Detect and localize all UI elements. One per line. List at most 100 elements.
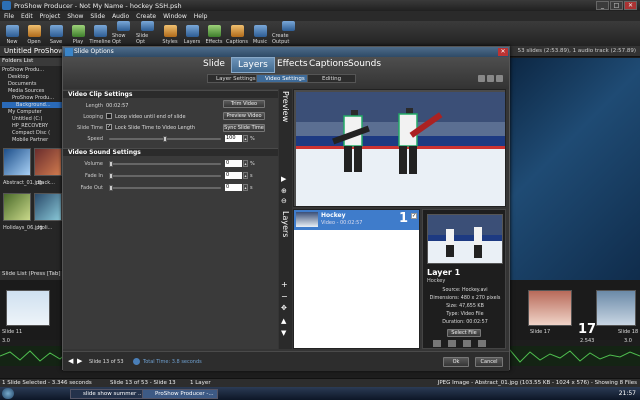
create-output-button[interactable]: Create Output xyxy=(272,21,304,46)
slide-preview[interactable] xyxy=(293,89,506,207)
file-thumb[interactable] xyxy=(3,148,31,176)
trim-video-button[interactable]: Trim Video xyxy=(223,100,265,108)
menu-audio[interactable]: Audio xyxy=(112,13,129,20)
tree-item[interactable]: Media Sources xyxy=(2,88,64,94)
select-file-button[interactable]: Select File xyxy=(447,329,481,337)
fade-out-slider-handle[interactable] xyxy=(109,185,113,191)
tab-layers[interactable]: Layers xyxy=(231,57,275,73)
copy-icon[interactable] xyxy=(463,340,471,347)
speed-slider-handle[interactable] xyxy=(163,136,167,142)
fade-in-slider-handle[interactable] xyxy=(109,173,113,179)
tree-item[interactable]: ProShow Produ... xyxy=(2,95,64,101)
next-slide-arrow-icon[interactable]: ▶ xyxy=(77,357,82,365)
slide-thumb[interactable] xyxy=(6,290,50,326)
preview-side-tab[interactable]: Preview xyxy=(281,91,290,122)
tree-item[interactable]: Mobile Partner xyxy=(2,137,64,143)
remove-layer-icon[interactable]: − xyxy=(281,292,288,301)
fade-in-input[interactable]: 0 xyxy=(225,172,242,179)
zoom-out-icon[interactable]: ⊖ xyxy=(281,197,287,205)
menu-project[interactable]: Project xyxy=(40,13,61,20)
lock-slide-time-checkbox[interactable]: ✓ xyxy=(106,124,112,130)
tree-item[interactable]: HP_RECOVERY xyxy=(2,123,64,129)
tree-item[interactable]: Desktop xyxy=(2,74,64,80)
preview-video-button[interactable]: Preview Video xyxy=(223,112,265,120)
new-button[interactable]: New xyxy=(2,21,22,46)
slide-options-button[interactable]: Slide Opt xyxy=(136,21,158,46)
menu-help[interactable]: Help xyxy=(194,13,208,20)
tree-item[interactable]: My Computer xyxy=(2,109,64,115)
next-slide-icon[interactable] xyxy=(496,75,503,82)
menu-show[interactable]: Show xyxy=(67,13,83,20)
tab-sounds[interactable]: Sounds xyxy=(342,57,387,73)
fade-out-slider-track[interactable] xyxy=(109,187,221,189)
fade-out-spinner[interactable]: ▴ xyxy=(243,184,248,191)
app-icon xyxy=(2,1,11,10)
prev-slide-icon[interactable] xyxy=(478,75,485,82)
layers-side-tab[interactable]: Layers xyxy=(281,211,290,237)
tree-item[interactable]: Documents xyxy=(2,81,64,87)
tree-item-selected[interactable]: Background... xyxy=(2,102,64,108)
sync-slide-time-button[interactable]: Sync Slide Time xyxy=(223,124,265,132)
menu-slide[interactable]: Slide xyxy=(90,13,105,20)
menu-file[interactable]: File xyxy=(4,13,14,20)
taskbar-item[interactable]: ProShow Producer -... xyxy=(142,389,218,399)
menu-create[interactable]: Create xyxy=(136,13,156,20)
prev-slide-arrow-icon[interactable]: ◀ xyxy=(68,357,73,365)
file-thumb[interactable] xyxy=(34,193,62,221)
properties-icon[interactable] xyxy=(478,340,486,347)
slide-list-icon[interactable] xyxy=(487,75,494,82)
subtab-editing[interactable]: Editing xyxy=(307,74,357,83)
menu-window[interactable]: Window xyxy=(163,13,187,20)
layer-row[interactable]: Hockey Video - 00:02:57 1 ✓ xyxy=(294,210,419,230)
music-button[interactable]: Music xyxy=(250,21,270,46)
play-icon[interactable]: ▶ xyxy=(281,175,286,183)
speed-spinner[interactable]: ▴ xyxy=(243,135,248,142)
move-down-icon[interactable]: ▼ xyxy=(281,329,286,337)
start-button[interactable] xyxy=(2,388,14,399)
styles-button[interactable]: Styles xyxy=(160,21,180,46)
volume-slider-handle[interactable] xyxy=(109,161,113,167)
dialog-close-button[interactable]: ✕ xyxy=(498,48,508,56)
play-button[interactable]: Play xyxy=(68,21,88,46)
looping-checkbox[interactable] xyxy=(106,113,112,119)
open-button[interactable]: Open xyxy=(24,21,44,46)
timeline-button[interactable]: Timeline xyxy=(89,21,111,46)
tree-item[interactable]: Compact Disc ( xyxy=(2,130,64,136)
show-options-button[interactable]: Show Opt xyxy=(112,21,134,46)
cancel-button[interactable]: Cancel xyxy=(475,357,503,367)
slide-time: 3.0 xyxy=(624,338,632,344)
volume-spinner[interactable]: ▴ xyxy=(243,160,248,167)
layer-visible-checkbox[interactable]: ✓ xyxy=(411,213,417,219)
subtab-video-settings[interactable]: Video Settings xyxy=(256,74,314,83)
fade-out-input[interactable]: 0 xyxy=(225,184,242,191)
ok-button[interactable]: Ok xyxy=(443,357,469,367)
speed-input[interactable]: 100 xyxy=(225,135,242,142)
menu-edit[interactable]: Edit xyxy=(21,13,33,20)
tree-item[interactable]: ProShow Produ... xyxy=(2,67,64,73)
tab-slide[interactable]: Slide xyxy=(197,57,231,73)
save-button[interactable]: Save xyxy=(46,21,66,46)
slide-thumb[interactable] xyxy=(528,290,572,326)
zoom-in-icon[interactable]: ⊕ xyxy=(281,187,287,195)
file-thumb[interactable] xyxy=(3,193,31,221)
fade-in-slider-track[interactable] xyxy=(109,175,221,177)
minimize-button[interactable]: _ xyxy=(596,1,609,10)
layers-button[interactable]: Layers xyxy=(182,21,202,46)
fade-in-spinner[interactable]: ▴ xyxy=(243,172,248,179)
edit-icon[interactable] xyxy=(448,340,456,347)
captions-button[interactable]: Captions xyxy=(226,21,248,46)
move-up-icon[interactable]: ▲ xyxy=(281,317,286,325)
move-layer-icon[interactable]: ✥ xyxy=(281,304,287,312)
slide-thumb[interactable] xyxy=(596,290,636,326)
volume-slider-track[interactable] xyxy=(109,163,221,165)
close-button[interactable]: ✕ xyxy=(624,1,637,10)
file-thumb[interactable] xyxy=(34,148,62,176)
maximize-button[interactable]: □ xyxy=(610,1,623,10)
volume-input[interactable]: 0 xyxy=(225,160,242,167)
taskbar-item[interactable]: slide show summer ... xyxy=(70,389,148,399)
effects-button[interactable]: Effects xyxy=(204,21,224,46)
layer-name: Hockey xyxy=(321,212,346,219)
tree-item[interactable]: Untitled (C:) xyxy=(2,116,64,122)
open-folder-icon[interactable] xyxy=(433,340,441,347)
add-layer-icon[interactable]: + xyxy=(281,280,288,289)
